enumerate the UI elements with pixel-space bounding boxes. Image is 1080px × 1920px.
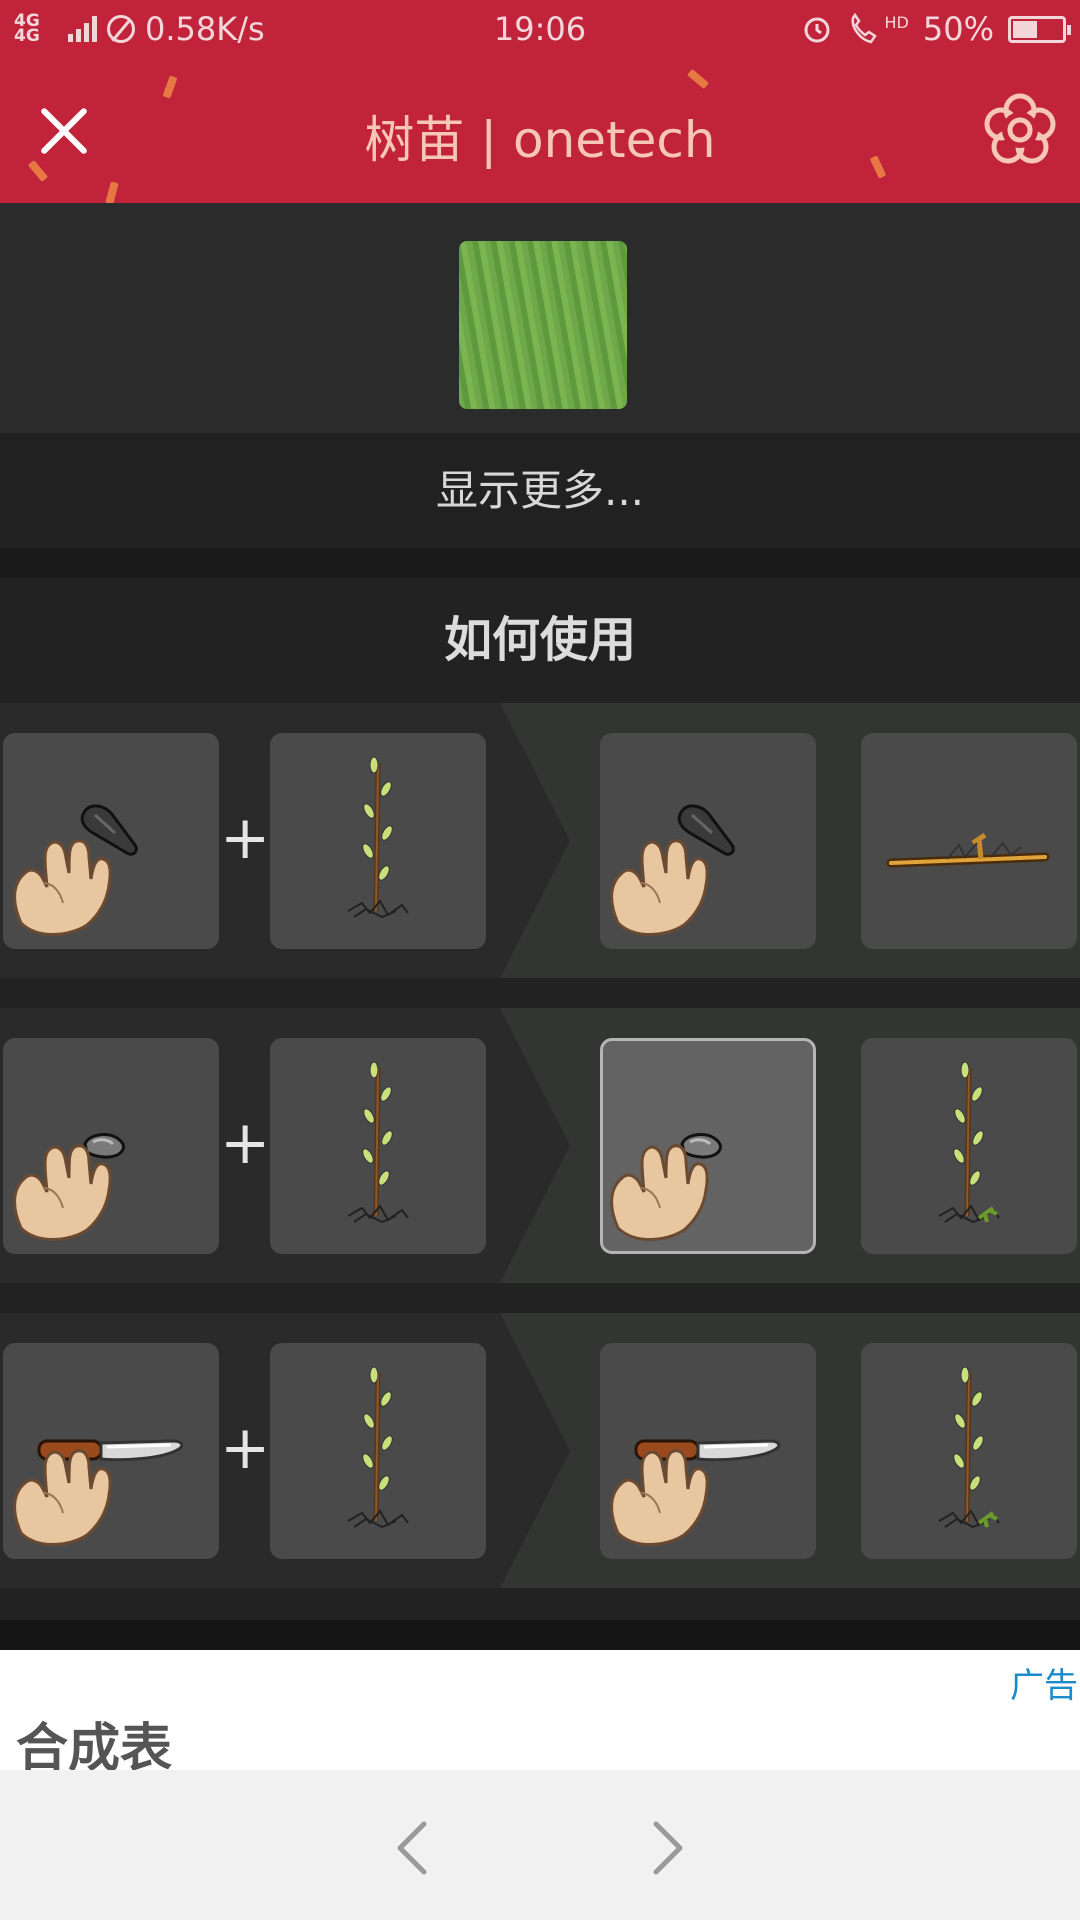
flower-icon[interactable] — [982, 92, 1058, 168]
page-title: 树苗 | onetech — [364, 111, 716, 169]
chevron-left-icon[interactable] — [384, 1818, 444, 1878]
recipe-row: + — [0, 1008, 1080, 1283]
hd-call-icon — [851, 12, 877, 44]
item-header — [0, 203, 1080, 433]
sapling-icon[interactable] — [270, 1343, 486, 1559]
divider — [0, 1620, 1080, 1650]
cut-branch-icon[interactable] — [861, 733, 1077, 949]
sapling-icon[interactable] — [270, 733, 486, 949]
battery-icon — [1008, 15, 1071, 43]
hand-knife-icon[interactable] — [600, 1343, 816, 1559]
hand-round-stone-icon[interactable] — [600, 1038, 816, 1254]
hand-sharp-stone-icon[interactable] — [3, 733, 219, 949]
hand-sharp-stone-icon[interactable] — [600, 733, 816, 949]
alarm-icon — [804, 17, 830, 43]
ad-label: 广告 — [1010, 1666, 1078, 1706]
top-bar: 4G 4G 0.58K/s 19:06 HD 50% 树苗 | onetech — [0, 0, 1080, 203]
ad-banner[interactable]: 广告 合成表 — [0, 1650, 1080, 1779]
recipe-row: + — [0, 1313, 1080, 1588]
sapling-with-cutting-icon[interactable] — [861, 1343, 1077, 1559]
hd-label: HD — [884, 12, 909, 32]
plus-icon: + — [220, 1108, 271, 1178]
divider — [0, 548, 1080, 578]
sapling-icon[interactable] — [270, 1038, 486, 1254]
plus-icon: + — [220, 1413, 271, 1483]
plus-icon: + — [220, 803, 271, 873]
divider — [0, 978, 1080, 1008]
section-title: 如何使用 — [0, 578, 1080, 703]
battery-percent: 50% — [922, 10, 994, 48]
sapling-with-cutting-icon[interactable] — [861, 1038, 1077, 1254]
divider — [0, 1283, 1080, 1313]
hand-round-stone-icon[interactable] — [3, 1038, 219, 1254]
title-row: 树苗 | onetech — [0, 70, 1080, 190]
status-bar: 4G 4G 0.58K/s 19:06 HD 50% — [0, 0, 1080, 56]
recipe-row: + — [0, 703, 1080, 978]
chevron-right-icon[interactable] — [636, 1818, 696, 1878]
bottom-nav — [0, 1770, 1080, 1920]
divider — [0, 1588, 1080, 1620]
show-more-button[interactable]: 显示更多... — [0, 433, 1080, 548]
grass-texture-icon — [459, 241, 627, 409]
hand-knife-icon[interactable] — [3, 1343, 219, 1559]
